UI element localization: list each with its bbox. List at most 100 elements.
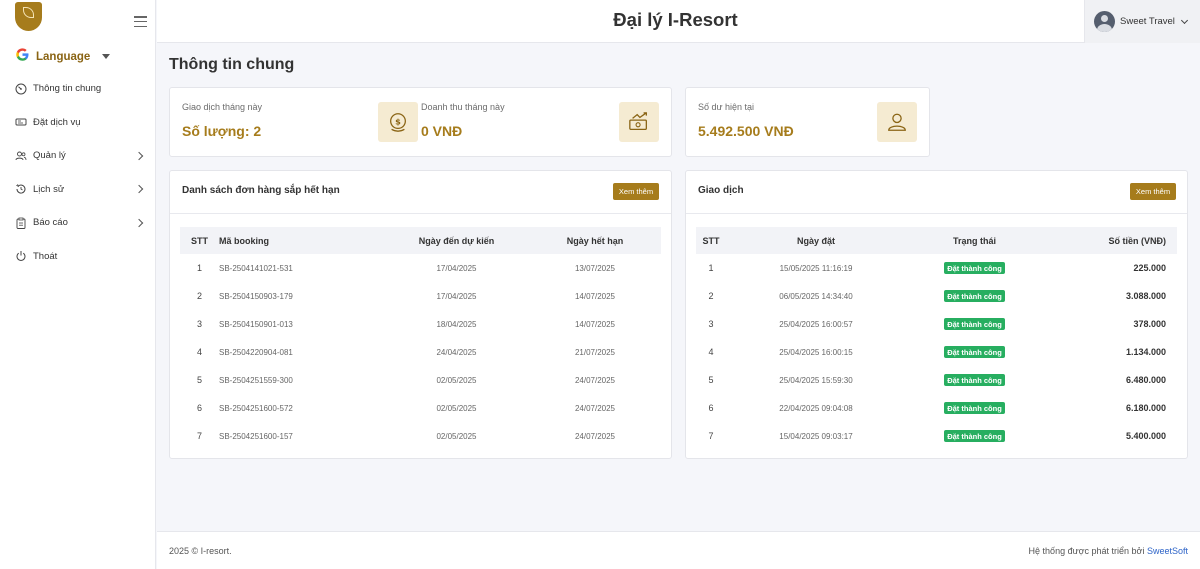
status-cell: Đặt thành công xyxy=(906,394,1043,422)
table-cell: 5.400.000 xyxy=(1125,431,1166,441)
status-badge: Đặt thành công xyxy=(944,402,1005,414)
column-header: STT xyxy=(191,235,208,246)
table-row[interactable]: 1 15/05/2025 11:16:19 Đặt thành công 225.00… xyxy=(696,254,1177,282)
brand-logo[interactable] xyxy=(15,2,42,31)
avatar xyxy=(1094,11,1115,32)
column-header: Mã booking xyxy=(219,235,269,246)
clipboard-icon xyxy=(15,217,27,229)
power-icon xyxy=(15,250,27,262)
status-cell: Đặt thành công xyxy=(906,310,1043,338)
table-cell: 1.134.000 xyxy=(1125,347,1166,357)
table-row[interactable]: 3 25/04/2025 16:00:57 Đặt thành công 378.00… xyxy=(696,310,1177,338)
table-cell: 15/05/2025 11:16:19 xyxy=(779,263,853,273)
language-selector[interactable]: Language xyxy=(15,47,111,66)
table-cell: 25/04/2025 16:00:15 xyxy=(779,347,853,357)
column-header: Ngày hết hạn xyxy=(566,235,624,246)
table-header-row: STT Ngày đặt Trạng thái Số tiền (VNĐ) xyxy=(696,227,1177,254)
table-cell: 2 xyxy=(708,291,714,301)
caret-down-icon xyxy=(102,54,111,59)
table-cell: 02/05/2025 xyxy=(436,403,477,413)
transactions-value: Số lượng: 2 xyxy=(182,123,262,139)
table-row[interactable]: 5 SB-2504251559-300 02/05/2025 24/07/2025 xyxy=(180,366,661,394)
table-row[interactable]: 6 SB-2504251600-572 02/05/2025 24/07/2025 xyxy=(180,394,661,422)
sidebar-item-label: Quản lý xyxy=(33,150,66,162)
table-cell: 7 xyxy=(196,431,202,441)
user-menu[interactable]: Sweet Travel xyxy=(1084,0,1200,43)
table-cell: 3.088.000 xyxy=(1125,291,1166,301)
sidebar-item-history[interactable]: Lịch sử xyxy=(0,173,156,207)
transactions-view-more-button[interactable]: Xem thêm xyxy=(1130,183,1176,200)
table-row[interactable]: 2 SB-2504150903-179 17/04/2025 14/07/2025 xyxy=(180,282,661,310)
status-badge: Đặt thành công xyxy=(944,374,1005,386)
table-cell: 4 xyxy=(196,347,202,357)
sidebar-item-booking[interactable]: Đặt dịch vụ xyxy=(0,106,156,140)
table-cell: 13/07/2025 xyxy=(574,263,616,273)
table-row[interactable]: 6 22/04/2025 09:04:08 Đặt thành công 6.180.… xyxy=(696,394,1177,422)
table-row[interactable]: 1 SB-2504141021-531 17/04/2025 13/07/2025 xyxy=(180,254,661,282)
chevron-right-icon xyxy=(134,151,144,160)
table-row[interactable]: 2 06/05/2025 14:34:40 Đặt thành công 3.088.… xyxy=(696,282,1177,310)
sidebar-item-label: Lịch sử xyxy=(33,183,65,195)
footer: 2025 © I-resort. Hệ thống được phát triể… xyxy=(157,531,1200,569)
chevron-down-icon xyxy=(1180,16,1188,24)
divider xyxy=(170,213,671,214)
status-cell: Đặt thành công xyxy=(906,338,1043,366)
table-row[interactable]: 7 SB-2504251600-157 02/05/2025 24/07/2025 xyxy=(180,422,661,450)
column-header: Ngày đến dự kiến xyxy=(418,235,495,246)
table-cell: 17/04/2025 xyxy=(436,263,477,273)
chevron-right-icon xyxy=(134,218,144,227)
table-cell: 5 xyxy=(708,375,714,385)
expiring-view-more-button[interactable]: Xem thêm xyxy=(613,183,659,200)
page-title: Thông tin chung xyxy=(169,56,295,73)
sidebar-item-report[interactable]: Báo cáo xyxy=(0,206,156,240)
chevron-right-icon xyxy=(134,185,144,194)
status-cell: Đặt thành công xyxy=(906,422,1043,450)
expiring-orders-panel: Danh sách đơn hàng sắp hết hạn Xem thêm … xyxy=(169,170,672,459)
table-cell: 24/07/2025 xyxy=(574,431,616,441)
table-row[interactable]: 4 25/04/2025 16:00:15 Đặt thành công 1.134.… xyxy=(696,338,1177,366)
table-row[interactable]: 4 SB-2504220904-081 24/04/2025 21/07/2025 xyxy=(180,338,661,366)
balance-value: 5.492.500 VNĐ xyxy=(698,123,794,139)
sidebar-item-dashboard[interactable]: Thông tin chung xyxy=(0,72,156,106)
table-cell: 7 xyxy=(708,431,714,441)
table-cell: 3 xyxy=(708,319,714,329)
status-cell: Đặt thành công xyxy=(906,282,1043,310)
transactions-title: Giao dịch xyxy=(698,185,744,196)
sidebar-nav: Thông tin chung Đặt dịch vụ Quản lý Lịch… xyxy=(0,72,156,273)
status-badge: Đặt thành công xyxy=(944,318,1005,330)
developer-link[interactable]: SweetSoft xyxy=(1147,546,1188,556)
table-cell: 2 xyxy=(196,291,202,301)
menu-toggle-icon[interactable] xyxy=(134,16,147,27)
table-cell: 21/07/2025 xyxy=(574,347,616,357)
top-header: Đại lý I-Resort Sweet Travel xyxy=(157,0,1200,43)
column-header: Trạng thái xyxy=(952,235,996,246)
table-row[interactable]: 5 25/04/2025 15:59:30 Đặt thành công 6.480.… xyxy=(696,366,1177,394)
table-cell: SB-2504251600-572 xyxy=(219,403,293,413)
balance-card: Số dư hiện tại 5.492.500 VNĐ xyxy=(685,87,930,157)
ticket-icon xyxy=(15,116,27,128)
sidebar-item-logout[interactable]: Thoát xyxy=(0,240,156,274)
table-row[interactable]: 7 15/04/2025 09:03:17 Đặt thành công 5.400.… xyxy=(696,422,1177,450)
status-cell: Đặt thành công xyxy=(906,366,1043,394)
money-hand-icon: $ xyxy=(378,102,418,142)
table-cell: SB-2504251600-157 xyxy=(219,431,293,441)
table-cell: SB-2504220904-081 xyxy=(219,347,293,357)
table-row[interactable]: 3 SB-2504150901-013 18/04/2025 14/07/2025 xyxy=(180,310,661,338)
developer-credit: Hệ thống được phát triển bởi SweetSoft xyxy=(1029,546,1188,556)
users-icon xyxy=(15,150,27,162)
table-cell: 225.000 xyxy=(1133,263,1166,273)
svg-text:$: $ xyxy=(395,116,401,126)
table-cell: 3 xyxy=(196,319,202,329)
table-header-row: STT Mã booking Ngày đến dự kiến Ngày hết… xyxy=(180,227,661,254)
google-icon xyxy=(15,47,30,66)
sidebar-item-management[interactable]: Quản lý xyxy=(0,139,156,173)
table-cell: SB-2504150901-013 xyxy=(219,319,293,329)
table-cell: 14/07/2025 xyxy=(574,319,616,329)
status-badge: Đặt thành công xyxy=(944,262,1005,274)
table-cell: 6 xyxy=(708,403,714,413)
revenue-value: 0 VNĐ xyxy=(421,123,463,139)
table-cell: 22/04/2025 09:04:08 xyxy=(779,403,853,413)
status-badge: Đặt thành công xyxy=(944,290,1005,302)
table-cell: 6.180.000 xyxy=(1125,403,1166,413)
table-cell: 1 xyxy=(708,263,714,273)
